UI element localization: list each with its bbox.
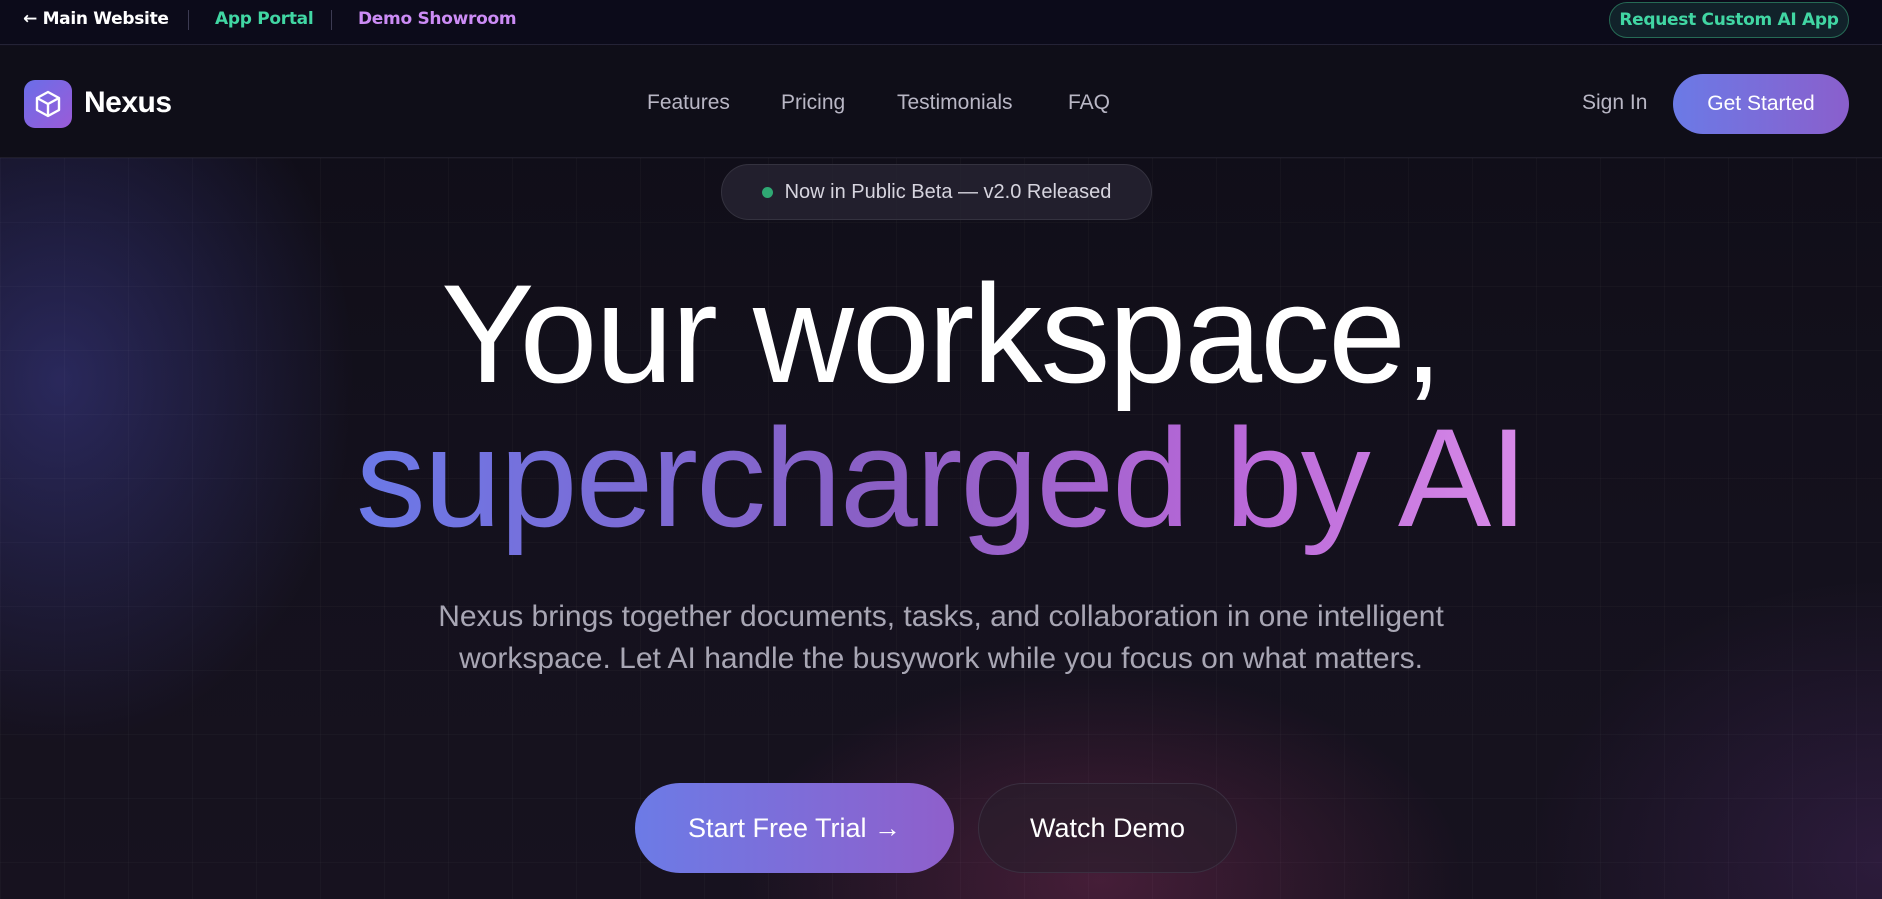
beta-badge-text: Now in Public Beta — v2.0 Released	[784, 180, 1112, 203]
utility-divider	[331, 10, 332, 30]
get-started-button[interactable]: Get Started	[1673, 74, 1849, 134]
sign-in-link[interactable]: Sign In	[1582, 91, 1647, 115]
request-custom-ai-app-button[interactable]: Request Custom AI App	[1609, 2, 1849, 38]
logo-text[interactable]: Nexus	[84, 86, 172, 120]
main-website-link[interactable]: ← Main Website	[23, 9, 169, 29]
utility-divider	[188, 10, 189, 30]
hero-headline-line1: Your workspace,	[441, 255, 1443, 412]
get-started-label: Get Started	[1707, 92, 1815, 115]
app-portal-link[interactable]: App Portal	[215, 9, 314, 29]
utility-bar: ← Main Website App Portal Demo Showroom …	[0, 0, 1882, 45]
hero-headline-line2: supercharged by AI	[0, 398, 1882, 558]
main-navigation: Nexus Features Pricing Testimonials FAQ …	[0, 46, 1882, 158]
start-free-trial-label: Start Free Trial →	[687, 812, 902, 843]
nav-link-features[interactable]: Features	[647, 91, 730, 115]
status-dot-icon	[761, 186, 773, 198]
demo-showroom-link[interactable]: Demo Showroom	[358, 9, 517, 29]
nav-link-testimonials[interactable]: Testimonials	[897, 91, 1013, 115]
watch-demo-label: Watch Demo	[1029, 812, 1186, 843]
hero-description: Nexus brings together documents, tasks, …	[438, 600, 1444, 675]
nav-link-pricing[interactable]: Pricing	[781, 91, 845, 115]
beta-badge: Now in Public Beta — v2.0 Released	[721, 164, 1152, 220]
request-button-label: Request Custom AI App	[1619, 10, 1839, 30]
cube-icon[interactable]	[24, 80, 72, 128]
watch-demo-button[interactable]: Watch Demo	[978, 783, 1237, 873]
nav-link-faq[interactable]: FAQ	[1068, 91, 1110, 115]
hero-headline-gradient-text: supercharged by AI	[355, 399, 1528, 556]
start-free-trial-button[interactable]: Start Free Trial →	[635, 783, 954, 873]
landing-page: ← Main Website App Portal Demo Showroom …	[0, 0, 1882, 899]
